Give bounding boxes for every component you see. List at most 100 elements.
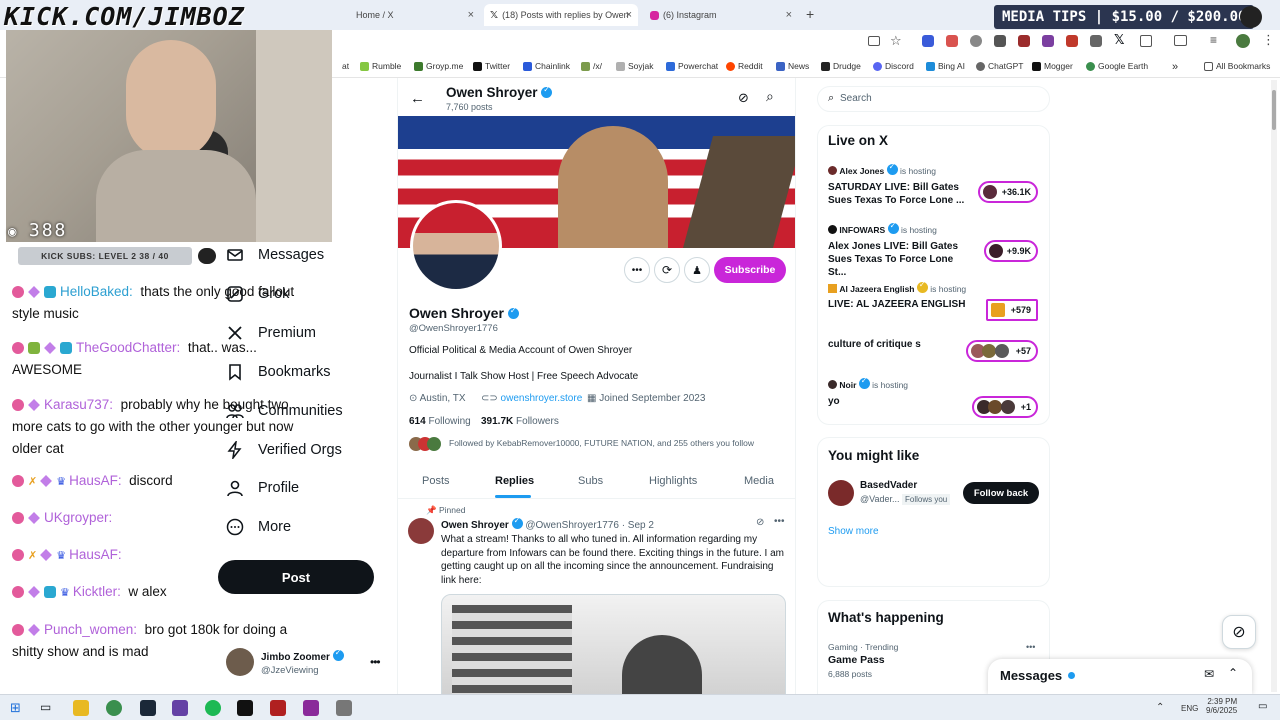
tray-chevron-icon[interactable]: ⌃ <box>1156 702 1164 713</box>
subscribe-button[interactable]: Subscribe <box>714 257 786 283</box>
bookmark-chainlink[interactable]: Chainlink <box>523 61 570 71</box>
follow-user-icon[interactable]: ♟ <box>684 257 710 283</box>
following-link[interactable]: 614 Following <box>409 416 471 427</box>
x-logo-icon[interactable]: 𝕏 <box>1114 32 1124 48</box>
tab-home[interactable]: Home / X × <box>350 4 480 26</box>
live-listener-pill[interactable]: +1 <box>972 396 1038 418</box>
tab-highlights[interactable]: Highlights <box>649 475 697 487</box>
tab-subs[interactable]: Subs <box>578 475 603 487</box>
nav-messages[interactable]: Messages <box>226 246 324 264</box>
more-dots-icon[interactable]: ••• <box>1026 642 1035 652</box>
close-icon[interactable]: × <box>786 9 792 21</box>
back-arrow-icon[interactable]: ← <box>410 90 425 107</box>
live-host[interactable]: Noir is hosting <box>828 376 908 390</box>
extension-icon[interactable] <box>922 35 934 47</box>
live-host[interactable]: Alex Jones is hosting <box>828 162 936 176</box>
bookmark-reddit[interactable]: Reddit <box>726 61 763 71</box>
windows-start-icon[interactable]: ⊞ <box>10 700 26 716</box>
bookmark-news[interactable]: News <box>776 61 809 71</box>
live-host[interactable]: INFOWARS is hosting <box>828 221 937 235</box>
bookmark-powerchat[interactable]: Powerchat <box>666 61 718 71</box>
search-icon[interactable]: ⌕ <box>766 88 774 105</box>
app-icon[interactable] <box>336 700 352 716</box>
live-title-text[interactable]: Alex Jones LIVE: Bill Gates Sues Texas T… <box>828 240 973 279</box>
scrollbar-thumb[interactable] <box>1272 90 1276 130</box>
new-message-icon[interactable]: ✉ <box>1204 667 1214 681</box>
more-dots-icon[interactable]: ••• <box>774 516 785 527</box>
more-dots-icon[interactable]: ••• <box>370 655 381 669</box>
search-input[interactable]: ⌕ Search <box>817 86 1050 112</box>
star-icon[interactable]: ☆ <box>890 33 902 49</box>
extension-icon[interactable] <box>1090 35 1102 47</box>
sidepanel-icon[interactable] <box>1174 35 1187 46</box>
chevron-right-icon[interactable]: » <box>1172 61 1178 73</box>
tab-posts[interactable]: Posts <box>422 475 450 487</box>
post-author[interactable]: Owen Shroyer @OwenShroyer1776 · Sep 2 <box>441 516 654 531</box>
followed-by-text[interactable]: Followed by KebabRemover10000, FUTURE NA… <box>449 438 754 448</box>
extension-icon[interactable] <box>1066 35 1078 47</box>
scrollbar[interactable] <box>1271 80 1277 692</box>
grok-icon[interactable]: ⊘ <box>756 517 764 528</box>
bookmark-x[interactable]: /x/ <box>581 61 602 71</box>
downloads-icon[interactable]: ≡ <box>1210 33 1217 47</box>
task-view-icon[interactable]: ▭ <box>40 700 56 716</box>
app-icon[interactable] <box>237 700 253 716</box>
all-bookmarks[interactable]: All Bookmarks <box>1204 61 1270 71</box>
bookmark-bing-ai[interactable]: Bing AI <box>926 61 965 71</box>
live-host[interactable]: Al Jazeera English is hosting <box>828 280 966 294</box>
live-listener-pill[interactable]: +9.9K <box>984 240 1038 262</box>
extension-icon[interactable] <box>1042 35 1054 47</box>
follow-back-button[interactable]: Follow back <box>963 482 1039 504</box>
avatar[interactable] <box>828 480 854 506</box>
app-icon[interactable] <box>172 700 188 716</box>
bookmark-drudge[interactable]: Drudge <box>821 61 861 71</box>
more-dots-icon[interactable]: ••• <box>624 257 650 283</box>
clock[interactable]: 2:39 PM 9/6/2025 <box>1206 697 1237 715</box>
extension-icon[interactable] <box>994 35 1006 47</box>
notification-icon[interactable]: ▭ <box>1258 701 1267 712</box>
extension-icon[interactable] <box>970 35 982 47</box>
bookmark-discord[interactable]: Discord <box>873 61 914 71</box>
steam-icon[interactable] <box>140 700 156 716</box>
cast-icon[interactable] <box>868 36 880 46</box>
profile-avatar[interactable] <box>410 200 502 292</box>
followers-link[interactable]: 391.7K Followers <box>481 416 559 427</box>
chrome-icon[interactable] <box>106 700 122 716</box>
bookmark-google-earth[interactable]: Google Earth <box>1086 61 1148 71</box>
close-icon[interactable]: × <box>468 9 474 21</box>
profile-avatar-icon[interactable] <box>1236 34 1250 48</box>
post-avatar[interactable] <box>408 518 434 544</box>
extension-icon[interactable] <box>946 35 958 47</box>
tab-instagram[interactable]: (6) Instagram × <box>644 4 798 26</box>
bookmark-item[interactable]: at <box>342 61 349 71</box>
suggestion-name[interactable]: BasedVader <box>860 480 917 491</box>
bookmark-rumble[interactable]: Rumble <box>360 61 401 71</box>
bookmark-mogger[interactable]: Mogger <box>1032 61 1073 71</box>
show-more-link[interactable]: Show more <box>828 526 879 537</box>
spotify-icon[interactable] <box>205 700 221 716</box>
bookmark-twitter[interactable]: Twitter <box>473 61 510 71</box>
file-explorer-icon[interactable] <box>73 700 89 716</box>
extension-icon[interactable] <box>1018 35 1030 47</box>
app-icon[interactable] <box>270 700 286 716</box>
tab-replies[interactable]: Replies <box>495 475 534 487</box>
live-listener-pill[interactable]: +57 <box>966 340 1038 362</box>
grok-icon[interactable]: ⊘ <box>1222 615 1256 649</box>
chevron-up-icon[interactable]: ⌃ <box>1228 666 1238 680</box>
live-title-text[interactable]: yo <box>828 396 840 407</box>
menu-kebab-icon[interactable]: ⋮ <box>1262 32 1275 48</box>
live-listener-pill[interactable]: +36.1K <box>978 181 1038 203</box>
live-title-text[interactable]: SATURDAY LIVE: Bill Gates Sues Texas To … <box>828 181 968 207</box>
tab-media[interactable]: Media <box>744 475 774 487</box>
extensions-puzzle-icon[interactable] <box>1140 35 1152 47</box>
live-title-text[interactable]: culture of critique s <box>828 339 921 350</box>
messages-drawer[interactable]: Messages ✉ ⌃ <box>988 659 1252 694</box>
live-listener-pill[interactable]: +579 <box>986 299 1038 321</box>
tab-posts-with-replies[interactable]: 𝕏 (18) Posts with replies by Owen × <box>484 4 638 26</box>
language-indicator[interactable]: ENG <box>1181 704 1198 713</box>
grok-icon[interactable]: ⟳ <box>654 257 680 283</box>
live-title-text[interactable]: LIVE: AL JAZEERA ENGLISH <box>828 299 965 310</box>
grok-icon[interactable]: ⊘ <box>738 90 749 106</box>
new-tab-icon[interactable]: + <box>806 6 814 22</box>
trend-name[interactable]: Game Pass <box>828 654 885 666</box>
